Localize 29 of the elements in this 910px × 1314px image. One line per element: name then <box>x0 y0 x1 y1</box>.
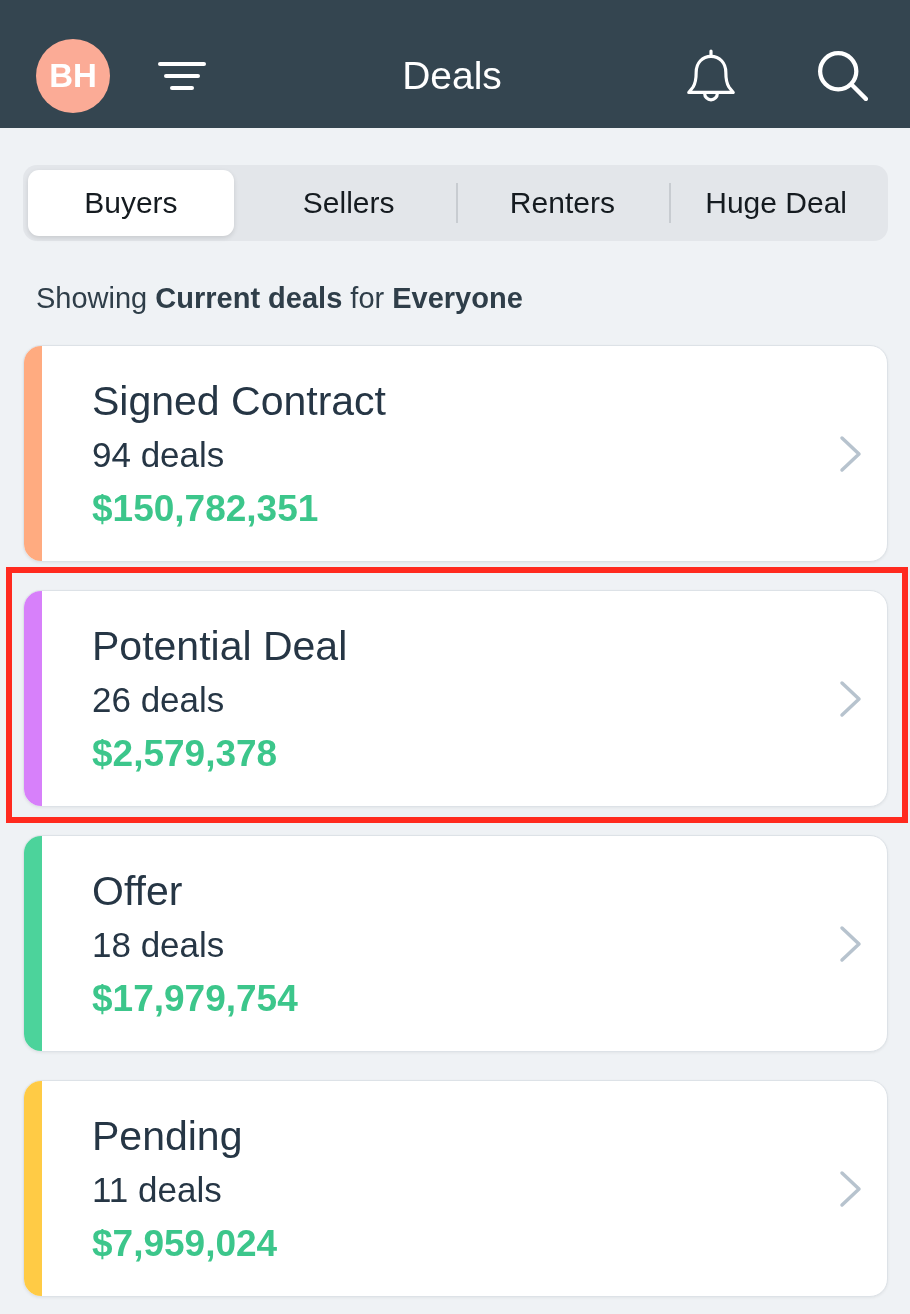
deal-amount: $7,959,024 <box>92 1222 278 1266</box>
deal-stage-card[interactable]: Signed Contract 94 deals $150,782,351 <box>23 345 888 562</box>
filter-summary: Showing Current deals for Everyone <box>36 281 523 315</box>
deal-count: 11 deals <box>92 1169 222 1211</box>
deal-stage-card[interactable]: Potential Deal 26 deals $2,579,378 <box>23 590 888 807</box>
tab[interactable]: Sellers <box>241 170 456 236</box>
tab[interactable]: Buyers <box>28 170 234 236</box>
chevron-right-icon <box>839 1169 863 1208</box>
screen-title: Deals <box>402 54 502 98</box>
deal-count: 18 deals <box>92 924 225 966</box>
deal-count: 26 deals <box>92 679 225 721</box>
deal-amount: $150,782,351 <box>92 487 319 531</box>
chevron-right-icon <box>839 924 863 963</box>
stage-name: Pending <box>92 1113 243 1159</box>
tab[interactable]: Renters <box>455 170 670 236</box>
stage-name: Signed Contract <box>92 378 386 424</box>
chevron-right-icon <box>839 679 863 718</box>
chevron-right-icon <box>839 434 863 473</box>
menu-icon[interactable] <box>158 62 206 90</box>
stage-name: Potential Deal <box>92 623 348 669</box>
deal-amount: $2,579,378 <box>92 732 278 776</box>
bell-icon[interactable] <box>686 49 736 103</box>
deal-amount: $17,979,754 <box>92 977 298 1021</box>
stage-name: Offer <box>92 868 183 914</box>
deal-count: 94 deals <box>92 434 225 476</box>
deal-stage-card[interactable]: Offer 18 deals $17,979,754 <box>23 835 888 1052</box>
tab[interactable]: Huge Deal <box>669 170 883 236</box>
deal-stage-card[interactable]: Pending 11 deals $7,959,024 <box>23 1080 888 1297</box>
search-icon[interactable] <box>818 51 868 101</box>
